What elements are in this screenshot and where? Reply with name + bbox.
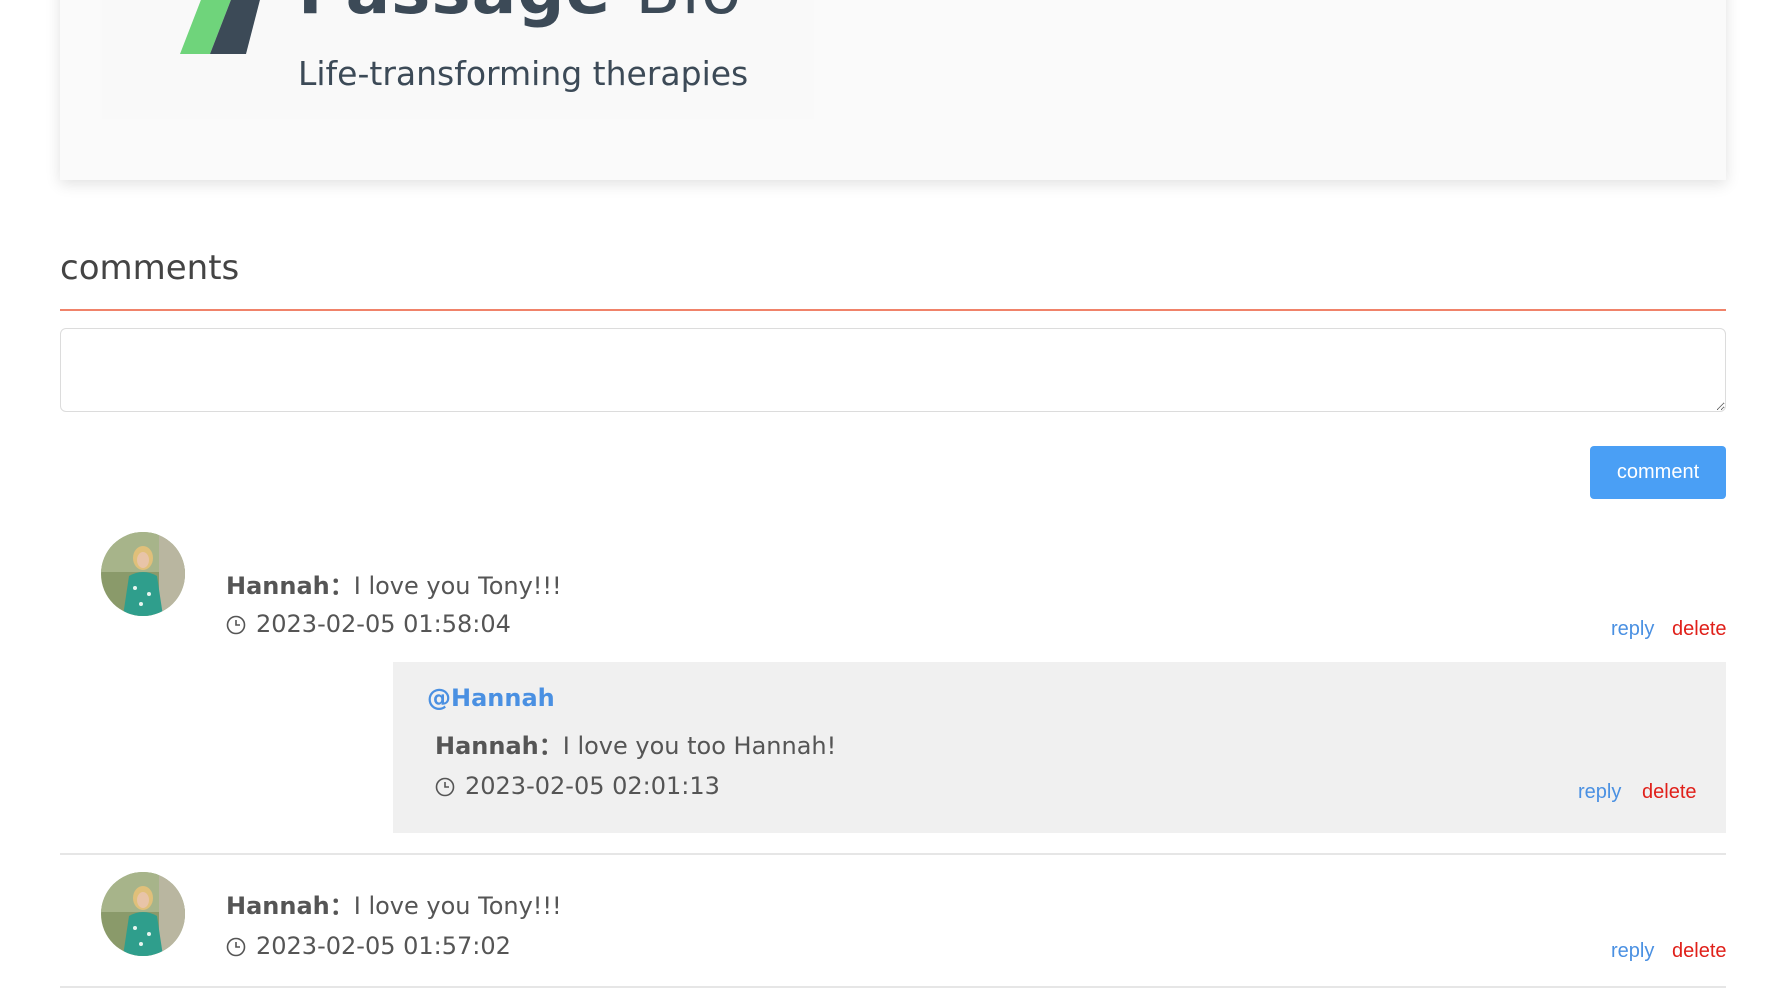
logo-tagline: Life-transforming therapies <box>298 54 749 93</box>
article-card: Passage Bio Life-transforming therapies <box>60 0 1726 180</box>
reply-link[interactable]: reply <box>1611 618 1654 641</box>
reply-timestamp-text: 2023-02-05 02:01:13 <box>465 772 720 800</box>
company-logo: Passage Bio Life-transforming therapies <box>102 0 814 119</box>
clock-icon <box>226 615 246 635</box>
comment-timestamp: 2023-02-05 01:58:04 <box>226 610 511 638</box>
delete-link[interactable]: delete <box>1672 940 1727 963</box>
comments-heading-rule <box>60 309 1726 311</box>
reply-author-separator: ： <box>538 732 563 760</box>
reply-link[interactable]: reply <box>1578 781 1621 804</box>
clock-icon <box>435 777 455 797</box>
comments-heading: comments <box>60 248 240 288</box>
reply-text: I love you too Hannah! <box>562 732 837 760</box>
submit-comment-button[interactable]: comment <box>1590 446 1726 499</box>
comment-author-separator: ： <box>329 572 354 600</box>
comment-text: I love you Tony!!! <box>353 572 562 600</box>
delete-link[interactable]: delete <box>1672 618 1727 641</box>
comment-author: Hannah <box>226 892 330 920</box>
logo-mark-icon <box>180 0 260 54</box>
comment-timestamp-text: 2023-02-05 01:57:02 <box>256 932 511 960</box>
reply-link[interactable]: reply <box>1611 940 1654 963</box>
logo-word-main: Passage <box>298 0 611 29</box>
reply-author: Hannah <box>435 732 539 760</box>
comment-divider <box>60 853 1726 855</box>
avatar-photo <box>101 872 185 956</box>
delete-link[interactable]: delete <box>1642 781 1697 804</box>
comment-item: Hannah：I love you Tony!!! 2023-02-05 01:… <box>60 520 1727 650</box>
comment-timestamp-text: 2023-02-05 01:58:04 <box>256 610 511 638</box>
comment-text: I love you Tony!!! <box>353 892 562 920</box>
comment-timestamp: 2023-02-05 01:57:02 <box>226 932 511 960</box>
comment-item: Hannah：I love you Tony!!! 2023-02-05 01:… <box>60 860 1727 990</box>
reply-timestamp: 2023-02-05 02:01:13 <box>435 772 720 800</box>
reply-mention[interactable]: @Hannah <box>427 684 555 712</box>
comment-author-separator: ： <box>329 892 354 920</box>
logo-word-suffix: Bio <box>635 0 742 29</box>
comment-body: Hannah：I love you Tony!!! <box>226 886 562 921</box>
reply-item: @Hannah Hannah：I love you too Hannah! 20… <box>393 662 1726 833</box>
page: Passage Bio Life-transforming therapies … <box>0 0 1788 994</box>
avatar[interactable] <box>101 532 185 616</box>
comment-divider <box>60 986 1726 988</box>
avatar-photo <box>101 532 185 616</box>
clock-icon <box>226 937 246 957</box>
comment-textarea[interactable] <box>60 328 1726 412</box>
reply-body: Hannah：I love you too Hannah! <box>435 726 836 761</box>
comment-author: Hannah <box>226 572 330 600</box>
logo-wordmark: Passage Bio <box>298 0 742 29</box>
comment-body: Hannah：I love you Tony!!! <box>226 566 562 601</box>
avatar[interactable] <box>101 872 185 956</box>
